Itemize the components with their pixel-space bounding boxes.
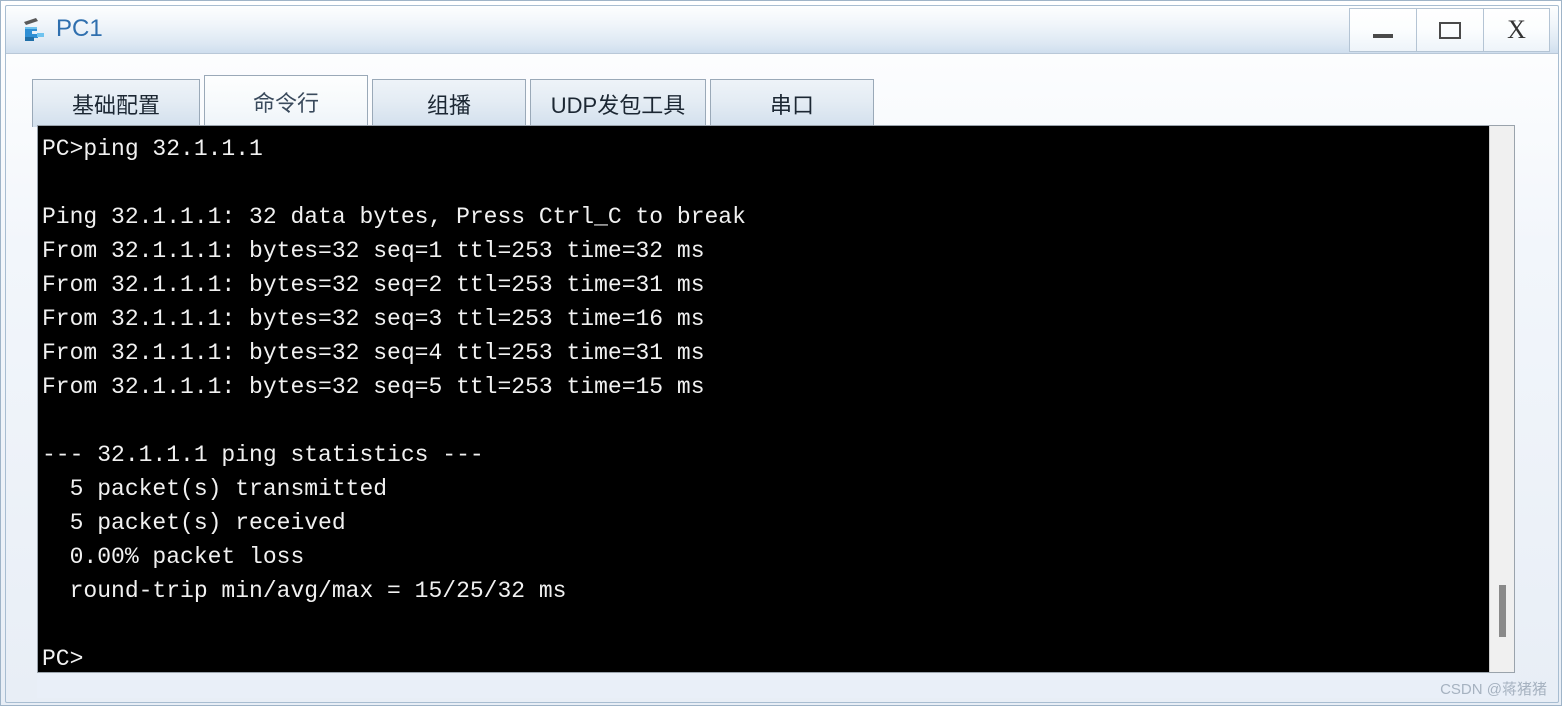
bottom-panel xyxy=(37,674,1515,698)
tab-strip: 基础配置 命令行 组播 UDP发包工具 串口 xyxy=(32,75,878,127)
minimize-icon xyxy=(1373,34,1393,38)
watermark: CSDN @蒋猪猪 xyxy=(1440,681,1547,698)
pc1-window: PC1 X 基础配置 命令行 组播 UDP发包工具 串口 PC>ping 32.1.1.… xyxy=(0,0,1562,706)
maximize-icon xyxy=(1439,21,1461,39)
tab-label: UDP发包工具 xyxy=(550,92,686,118)
tab-label: 组播 xyxy=(426,92,471,118)
terminal-output[interactable]: PC>ping 32.1.1.1 Ping 32.1.1.1: 32 data … xyxy=(38,126,1488,672)
tab-0[interactable]: 基础配置 xyxy=(32,79,200,127)
tab-label: 基础配置 xyxy=(71,92,160,118)
terminal-line: From 32.1.1.1: bytes=32 seq=2 ttl=253 ti… xyxy=(42,272,705,298)
tab-2[interactable]: 组播 xyxy=(372,79,526,127)
terminal-line: 5 packet(s) transmitted xyxy=(42,476,388,502)
terminal-line: PC>ping 32.1.1.1 xyxy=(42,136,263,162)
terminal-line: From 32.1.1.1: bytes=32 seq=1 ttl=253 ti… xyxy=(42,238,705,264)
tab-1[interactable]: 命令行 xyxy=(204,75,368,127)
terminal-line: round-trip min/avg/max = 15/25/32 ms xyxy=(42,578,567,604)
terminal-scrollbar[interactable] xyxy=(1489,126,1514,672)
terminal-line: From 32.1.1.1: bytes=32 seq=4 ttl=253 ti… xyxy=(42,340,705,366)
terminal-line: 0.00% packet loss xyxy=(42,544,305,570)
tab-label: 命令行 xyxy=(252,90,319,116)
close-button[interactable]: X xyxy=(1483,8,1550,52)
window-title: PC1 xyxy=(56,14,103,42)
tab-3[interactable]: UDP发包工具 xyxy=(530,79,706,127)
close-icon: X xyxy=(1507,15,1526,44)
terminal-line: 5 packet(s) received xyxy=(42,510,346,536)
tab-label: 串口 xyxy=(769,92,814,118)
scrollbar-thumb[interactable] xyxy=(1499,584,1506,637)
title-bar: PC1 X xyxy=(6,6,1558,54)
terminal-line: PC> xyxy=(42,646,84,672)
terminal-line: From 32.1.1.1: bytes=32 seq=3 ttl=253 ti… xyxy=(42,306,705,332)
terminal-panel: PC>ping 32.1.1.1 Ping 32.1.1.1: 32 data … xyxy=(37,125,1515,673)
terminal-line: From 32.1.1.1: bytes=32 seq=5 ttl=253 ti… xyxy=(42,374,705,400)
maximize-button[interactable] xyxy=(1416,8,1483,52)
terminal-line: --- 32.1.1.1 ping statistics --- xyxy=(42,442,484,468)
tab-4[interactable]: 串口 xyxy=(710,79,874,127)
window-controls: X xyxy=(1349,8,1550,52)
terminal-line: Ping 32.1.1.1: 32 data bytes, Press Ctrl… xyxy=(42,204,746,230)
pc-device-icon xyxy=(20,15,50,45)
minimize-button[interactable] xyxy=(1349,8,1416,52)
